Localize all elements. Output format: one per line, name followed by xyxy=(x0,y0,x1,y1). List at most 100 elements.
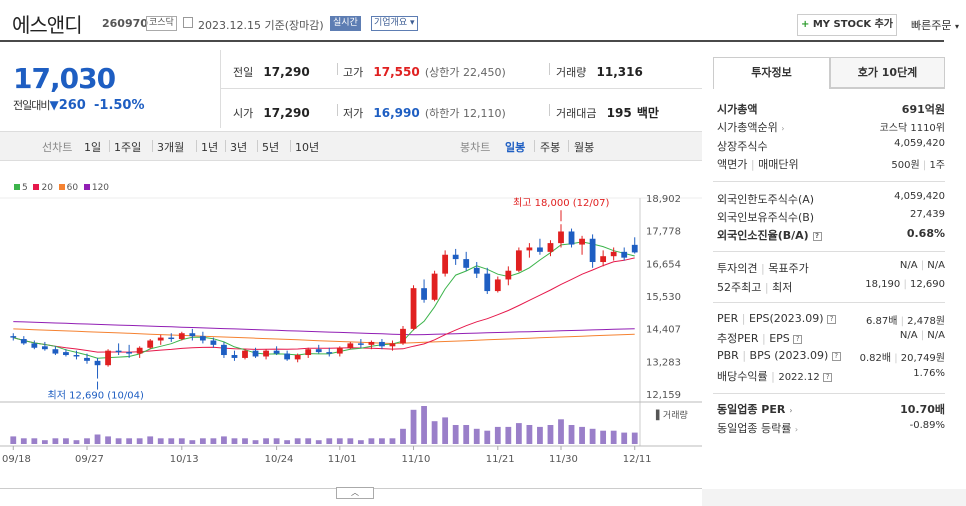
high-annotation: 최고 18,000 (12/07) xyxy=(513,197,609,209)
help-icon[interactable]: ? xyxy=(812,231,822,241)
change-label: 전일대비 xyxy=(13,99,50,112)
plus-icon: + xyxy=(800,19,810,30)
candle-body xyxy=(199,336,206,341)
open-label: 시가 xyxy=(233,107,254,120)
industry-per-row[interactable]: 동일업종 PER › 10.70배 xyxy=(717,401,945,418)
candle-body xyxy=(221,344,227,356)
w52-high-label: 52주최고 xyxy=(717,281,762,294)
help-icon[interactable]: ? xyxy=(793,334,803,344)
candle-body xyxy=(73,355,80,357)
header-divider xyxy=(0,40,944,42)
candle-body xyxy=(558,231,564,244)
dividend-row: 배당수익률 | 2022.12 ? 1.76% xyxy=(717,368,945,383)
divider xyxy=(220,50,221,128)
x-tick-label: 11/10 xyxy=(402,454,431,465)
divider xyxy=(109,140,110,152)
market-badge: 코스닥 xyxy=(146,16,177,31)
target-value: N/A xyxy=(927,260,945,271)
tab-order-book[interactable]: 호가 10단계 xyxy=(830,57,945,88)
market-cap-rank-row[interactable]: 시가총액순위 › 코스닥 1110위 xyxy=(717,119,945,136)
volume-bar xyxy=(52,438,59,444)
opinion-row: 투자의견 | 목표주가 N/A | N/A xyxy=(717,260,945,275)
y-tick-label: 14,407 xyxy=(646,325,681,336)
divider xyxy=(220,88,702,89)
volume-bar xyxy=(368,438,375,444)
volume-bar xyxy=(410,409,417,444)
candle-body xyxy=(431,273,438,300)
candle-body xyxy=(10,336,17,338)
divider xyxy=(713,251,945,252)
down-triangle-icon: ▼ xyxy=(49,98,59,112)
divider xyxy=(549,104,550,116)
trade-amount: 거래대금 195 백만 xyxy=(556,102,659,121)
y-tick-label: 15,530 xyxy=(646,292,681,303)
candle-body xyxy=(115,350,122,353)
candle-body xyxy=(515,250,522,271)
candle-body xyxy=(347,343,354,348)
est-per-label: 추정PER xyxy=(717,332,759,345)
help-icon[interactable]: ? xyxy=(823,372,833,382)
candle-body xyxy=(368,341,375,345)
period-tab[interactable]: 1년 xyxy=(201,139,218,155)
volume-bar xyxy=(115,438,122,444)
period-tab[interactable]: 3개월 xyxy=(157,139,184,155)
price-chart[interactable]: 18,902 17,778 16,654 15,530 14,407 13,283 12,1… xyxy=(0,190,702,486)
my-stock-add-button[interactable]: + MY STOCK 추가 xyxy=(797,14,897,36)
w52-low-value: 12,690 xyxy=(910,279,945,290)
period-tab[interactable]: 1주일 xyxy=(114,139,141,155)
chevron-right-icon: › xyxy=(781,124,785,133)
candle-body xyxy=(379,341,385,347)
volume-bar xyxy=(442,417,449,444)
candle-tab[interactable]: 주봉 xyxy=(540,139,560,155)
y-tick-label: 17,778 xyxy=(646,227,681,238)
help-icon[interactable]: ? xyxy=(827,314,837,324)
est-per-row: 추정PER | EPS ? N/A | N/A xyxy=(717,330,945,345)
volume-bar xyxy=(199,438,206,444)
candle-body xyxy=(452,254,459,260)
volume-bar xyxy=(558,419,564,444)
tab-investment-info[interactable]: 투자정보 xyxy=(713,57,830,89)
volume-bar xyxy=(610,430,617,444)
candle-body xyxy=(178,333,185,340)
volume-bar xyxy=(600,430,607,444)
candle-body xyxy=(126,352,133,354)
per-row: PER | EPS(2023.09) ? 6.87배 | 2,478원 xyxy=(717,312,945,327)
candle-tab[interactable]: 일봉 xyxy=(505,139,525,155)
period-tab[interactable]: 10년 xyxy=(295,139,319,155)
volume-bar xyxy=(305,438,312,444)
chevron-down-icon: ▾ xyxy=(410,18,415,28)
par-value: 500원 xyxy=(891,160,920,171)
company-info-dropdown[interactable]: 기업개요 ▾ xyxy=(371,16,418,31)
foreign-ratio-value: 0.68% xyxy=(906,227,945,240)
candle-body xyxy=(336,347,343,354)
divider xyxy=(196,140,197,152)
candle-body xyxy=(210,340,217,345)
candle-body xyxy=(105,350,111,366)
pbr-value: 0.82배 xyxy=(859,353,892,364)
candle-body xyxy=(463,259,470,268)
chart-expand-button[interactable]: ︿ xyxy=(336,487,374,499)
period-tab[interactable]: 3년 xyxy=(230,139,247,155)
candle-body xyxy=(20,339,27,344)
realtime-button[interactable]: 실시간 xyxy=(330,16,361,31)
volume-bar xyxy=(421,406,427,444)
divider xyxy=(549,63,550,75)
candle-body xyxy=(294,355,301,360)
help-icon[interactable]: ? xyxy=(831,351,841,361)
candle-tab[interactable]: 월봉 xyxy=(574,139,594,155)
amount-label: 거래대금 xyxy=(556,107,597,120)
volume-bar xyxy=(63,438,69,444)
volume-bar xyxy=(389,438,396,444)
low-label: 저가 xyxy=(343,107,364,120)
dividend-date: 2022.12 xyxy=(778,372,820,383)
divider xyxy=(713,393,945,394)
volume-bar xyxy=(73,440,80,444)
period-tab[interactable]: 5년 xyxy=(262,139,279,155)
period-tab[interactable]: 1일 xyxy=(84,139,101,155)
industry-change-row[interactable]: 동일업종 등락률 › -0.89% xyxy=(717,420,945,437)
low-value: 16,990 xyxy=(373,106,420,120)
divider xyxy=(290,140,291,152)
volume-bar xyxy=(547,425,554,444)
quick-order-link[interactable]: 빠른주문 ▾ xyxy=(911,17,959,33)
amount-unit: 백만 xyxy=(636,106,659,120)
